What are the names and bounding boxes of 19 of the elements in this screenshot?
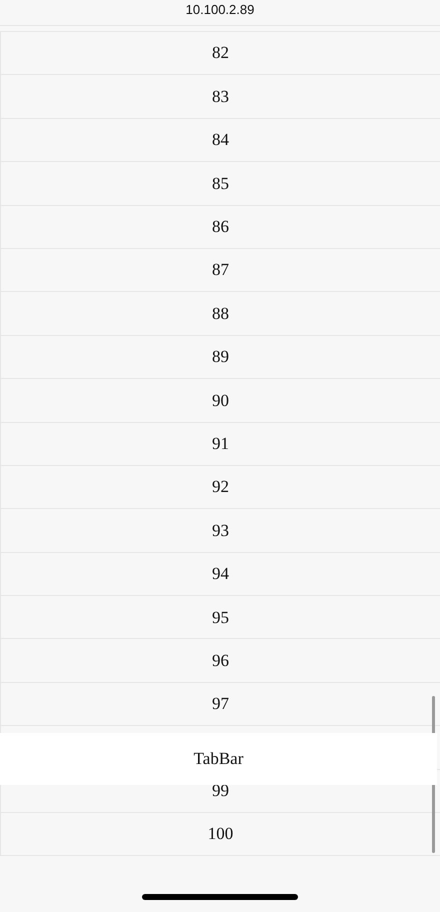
list-item: 90 — [212, 390, 229, 412]
list-item: 97 — [212, 693, 229, 716]
list-item: 96 — [212, 650, 229, 672]
list-item: 94 — [212, 563, 229, 586]
tab-bar: TabBar — [0, 733, 437, 785]
list-item: 82 — [212, 42, 229, 64]
list-item: 91 — [212, 432, 229, 455]
list-item: 86 — [212, 216, 229, 238]
list-item: 85 — [212, 172, 229, 195]
list-item: 87 — [212, 259, 229, 282]
list-item: 100 — [208, 823, 234, 846]
list-item: 88 — [212, 302, 229, 325]
server-address: 10.100.2.89 — [186, 1, 254, 19]
list-item: 95 — [212, 606, 229, 629]
list-item: 84 — [212, 129, 229, 152]
list-item: 89 — [212, 346, 229, 368]
list-item: 83 — [212, 86, 229, 108]
list-item: 92 — [212, 476, 229, 498]
list-item: 93 — [212, 520, 229, 542]
